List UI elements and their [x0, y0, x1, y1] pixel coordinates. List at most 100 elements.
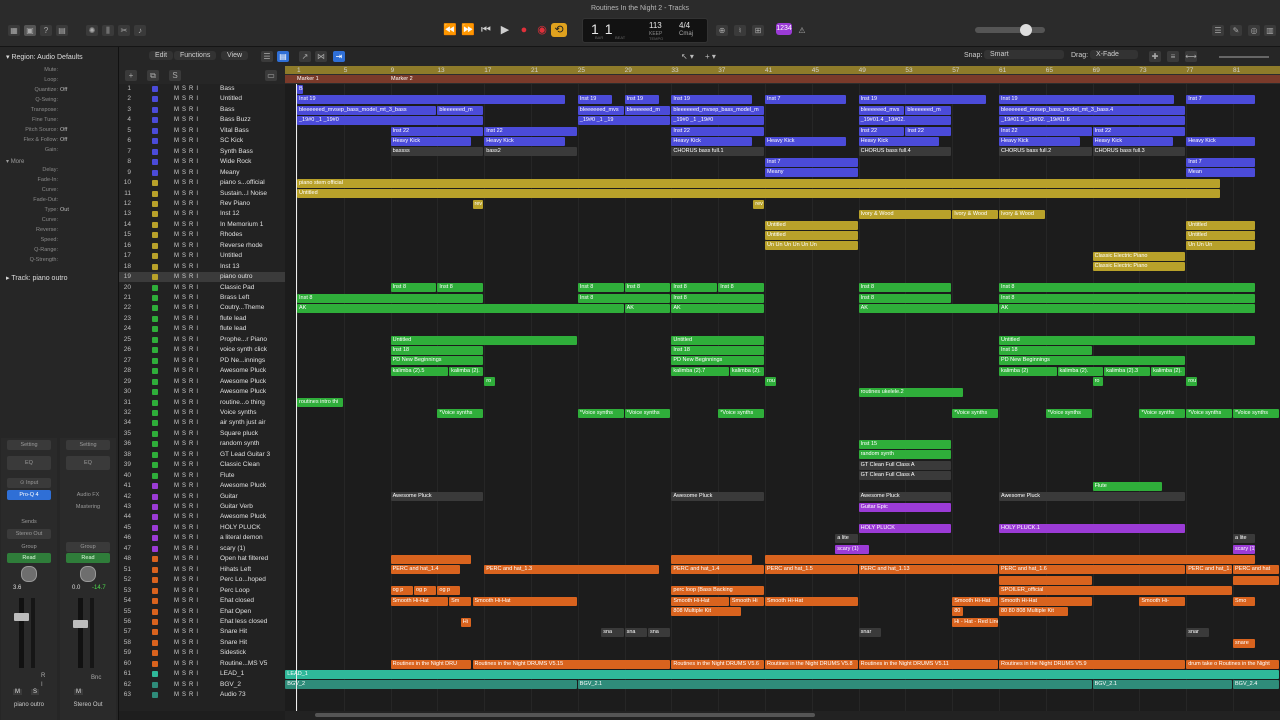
region[interactable]: Untitled	[1186, 220, 1256, 230]
automation-mode[interactable]: Read	[7, 553, 51, 563]
region[interactable]: Routines in the Night DRU	[390, 659, 472, 669]
region[interactable]: rev	[472, 199, 484, 209]
track-header[interactable]: 38 MSRI GT Lead Guitar 3	[119, 450, 285, 460]
inspector-param-row[interactable]: Speed:	[0, 237, 118, 247]
track-buttons[interactable]: MSRI	[174, 554, 201, 564]
param-value[interactable]: Out	[60, 207, 69, 213]
cycle-icon[interactable]: ⟲	[551, 23, 567, 37]
region[interactable]: scary (1)	[835, 544, 870, 554]
region[interactable]: Inst 18	[671, 345, 764, 355]
add-track-icon[interactable]: +	[125, 70, 137, 81]
region[interactable]: Untitled	[390, 335, 577, 345]
region[interactable]: BGV_2.1	[1092, 680, 1232, 690]
region[interactable]: Routines in the Night DRUMS V5.8	[765, 659, 858, 669]
snap-dropdown[interactable]: Smart	[984, 50, 1064, 59]
inspector-param-row[interactable]: Transpose:	[0, 107, 118, 117]
region[interactable]: Ivory & Wood	[858, 210, 952, 220]
track-name[interactable]: Snare Hit	[220, 638, 284, 648]
region[interactable]: Inst 19	[999, 95, 1174, 105]
output-slot[interactable]: Stereo Out	[7, 529, 51, 539]
track-name[interactable]: Sustain...l Noise	[220, 189, 284, 199]
track-name[interactable]: Bass Buzz	[220, 115, 284, 125]
track-header[interactable]: 32 MSRI Voice synths	[119, 408, 285, 418]
region[interactable]: Heavy Kick	[671, 137, 753, 146]
track-name[interactable]: Coutry...Theme	[220, 303, 284, 313]
region[interactable]: Sm	[449, 596, 472, 606]
track-buttons[interactable]: MSRI	[174, 669, 201, 679]
region[interactable]: GT Clean Full Class A	[858, 460, 952, 470]
region[interactable]: PERC and hat_1.4	[671, 565, 764, 575]
track-buttons[interactable]: MSRI	[174, 377, 201, 387]
inspector-param-row[interactable]: Flex & Follow: Off	[0, 137, 118, 147]
track-name[interactable]: Ehat less closed	[220, 617, 284, 627]
region[interactable]: Inst 7	[765, 95, 846, 105]
region[interactable]: PD New Beginnings	[390, 356, 484, 366]
track-name[interactable]: Sidestick	[220, 648, 284, 658]
track-name[interactable]: PD Ne...innings	[220, 356, 284, 366]
toolbar-icon[interactable]: ▤	[56, 25, 68, 36]
track-name[interactable]: In Memorium 1	[220, 220, 284, 230]
track-header[interactable]: 58 MSRI Snare Hit	[119, 638, 285, 648]
track-header[interactable]: 17 MSRI Untitled	[119, 251, 285, 261]
horizontal-zoom-icon[interactable]: ⟷	[1185, 51, 1197, 62]
track-name[interactable]: Vital Bass	[220, 126, 284, 136]
track-buttons[interactable]: MSRI	[174, 314, 201, 324]
region[interactable]: Routines in the Night DRUMS V5.15	[472, 659, 671, 669]
region[interactable]: HOLY PLUCK	[858, 523, 952, 533]
region[interactable]: a lite	[835, 534, 858, 543]
region[interactable]: Inst 22	[1092, 126, 1186, 136]
region[interactable]: Inst 18	[390, 345, 484, 355]
region[interactable]: Routines in the Night DRUMS V5.6	[671, 659, 764, 669]
region[interactable]: bleeeeeed_mvs	[577, 105, 624, 115]
region[interactable]: BGV_2	[285, 680, 577, 690]
region[interactable]: Inst 22	[671, 126, 764, 136]
track-name[interactable]: Awesome Pluck	[220, 377, 284, 387]
track-header[interactable]: 51 MSRI Hihats Left	[119, 565, 285, 575]
region[interactable]: bass2	[484, 147, 577, 157]
track-name[interactable]: Open hat filtered	[220, 554, 284, 564]
region[interactable]: snare	[1233, 638, 1256, 648]
region[interactable]: 80 80 808 Multiple Kit	[999, 607, 1069, 617]
arrange-area[interactable]: BassInst 19Inst 19Inst 19Inst 19Inst 7In…	[285, 84, 1280, 711]
track-header[interactable]: 42 MSRI Guitar	[119, 492, 285, 502]
track-name[interactable]: piano outro	[220, 272, 284, 282]
track-buttons[interactable]: MSRI	[174, 471, 201, 481]
region[interactable]: AK	[858, 304, 998, 314]
inspector-param-row[interactable]: Fade-Out:	[0, 197, 118, 207]
region[interactable]: Untitled	[765, 220, 858, 230]
region[interactable]: Inst 8	[624, 283, 671, 293]
playhead[interactable]	[296, 84, 297, 711]
region[interactable]: Inst 8	[390, 283, 437, 293]
track-buttons[interactable]: MSRI	[174, 533, 201, 543]
region[interactable]: Heavy Kick	[858, 137, 940, 146]
region[interactable]: Inst 8	[999, 283, 1256, 293]
track-buttons[interactable]: MSRI	[174, 617, 201, 627]
region[interactable]: bleeeeeed_m	[624, 105, 671, 115]
track-header[interactable]: 6 MSRI SC Kick	[119, 136, 285, 146]
region[interactable]: SPOILER_official	[999, 586, 1232, 596]
region[interactable]: rev	[753, 199, 764, 209]
region[interactable]: *Voice synths	[577, 408, 624, 418]
region[interactable]: Inst 7	[765, 157, 858, 167]
region[interactable]: Smooth Hi-Hat	[765, 596, 858, 606]
tuner-icon[interactable]: ♮	[734, 25, 746, 36]
region[interactable]	[999, 575, 1092, 585]
track-name[interactable]: Flute	[220, 471, 284, 481]
track-buttons[interactable]: MSRI	[174, 335, 201, 345]
region[interactable]: Inst 22	[905, 126, 952, 136]
region[interactable]: Inst 18	[999, 345, 1092, 355]
track-buttons[interactable]: MSRI	[174, 303, 201, 313]
track-buttons[interactable]: MSRI	[174, 189, 201, 199]
track-name[interactable]: Audio 73	[220, 690, 284, 700]
region[interactable]: bleeeeeed_mvsep_bass_model_mt_3_bass	[297, 105, 437, 115]
track-name[interactable]: voice synth click	[220, 345, 284, 355]
drag-dropdown[interactable]: X-Fade	[1090, 50, 1138, 59]
region[interactable]: Inst 8	[999, 293, 1256, 303]
track-header[interactable]: 31 MSRI routine...o thing	[119, 398, 285, 408]
track-header[interactable]: 34 MSRI air synth just air	[119, 418, 285, 428]
track-buttons[interactable]: MSRI	[174, 345, 201, 355]
region[interactable]: routines intro thi	[297, 398, 343, 408]
region[interactable]: kalimba (2)	[999, 366, 1057, 376]
region[interactable]: LEAD_1	[285, 669, 1279, 679]
track-buttons[interactable]: MSRI	[174, 283, 201, 293]
